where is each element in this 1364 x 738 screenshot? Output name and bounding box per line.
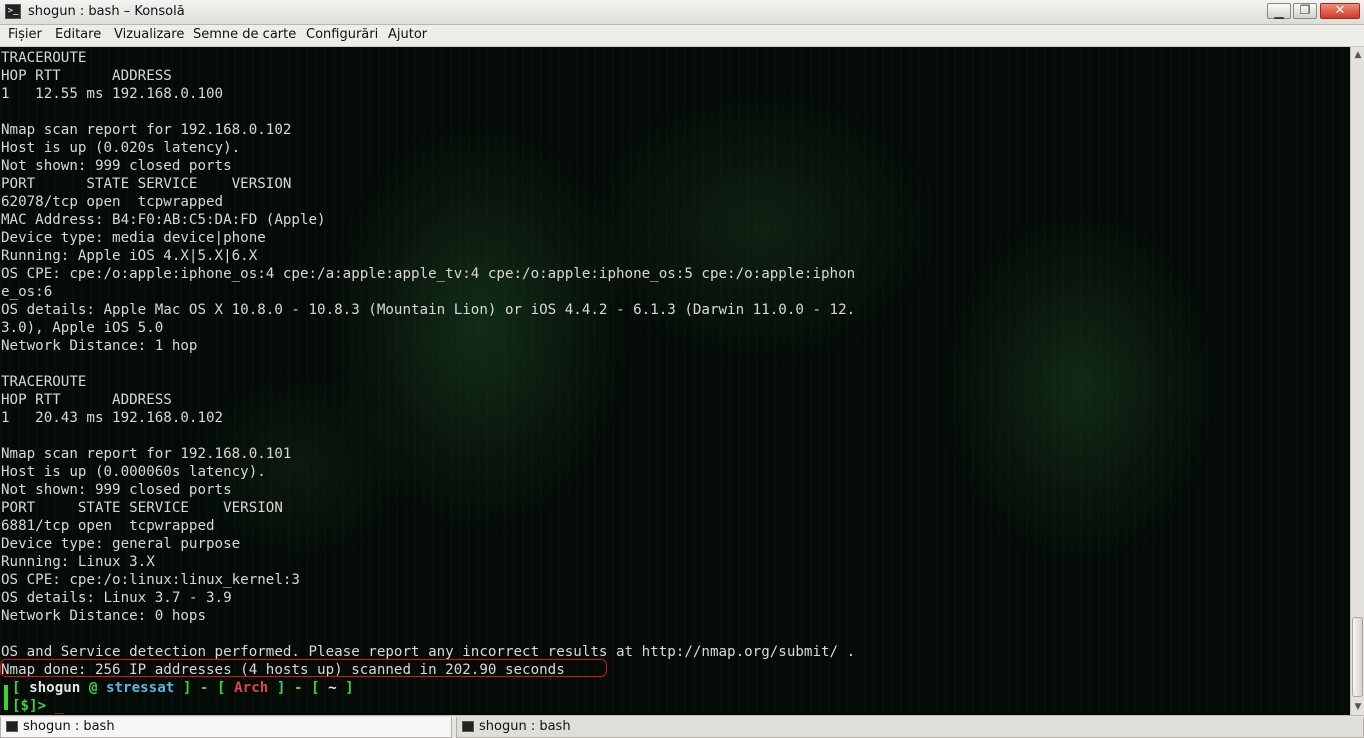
command-input-line[interactable]: [$]> _ [12,697,63,715]
terminal-line: 3.0), Apple iOS 5.0 [1,320,164,336]
scrollbar-thumb[interactable] [1352,617,1363,697]
menu-bar: Fișier Editare Vizualizare Semne de cart… [0,25,1364,47]
minimize-button[interactable]: ▁ [1267,3,1291,19]
close-icon: ✕ [1334,3,1346,18]
scroll-up-icon[interactable]: ▲ [1352,49,1364,61]
terminal-line: 1 20.43 ms 192.168.0.102 [1,410,224,426]
terminal-line: Host is up (0.020s latency). [1,140,241,156]
scroll-down-icon[interactable]: ▼ [1352,701,1364,713]
terminal-line: OS CPE: cpe:/o:apple:iphone_os:4 cpe:/a:… [1,266,856,282]
terminal-line: Not shown: 999 closed ports [1,482,232,498]
terminal-line: Running: Linux 3.X [1,554,155,570]
terminal-line: Nmap scan report for 192.168.0.101 [1,446,292,462]
prompt-directory: ~ [328,680,337,696]
konsole-app-icon[interactable]: >_ [5,4,21,19]
terminal-line: PORT STATE SERVICE VERSION [1,176,292,192]
terminal-icon [462,721,474,732]
prompt-corner-bar [4,685,8,710]
tab-shogun-bash-1[interactable]: shogun : bash [0,717,452,738]
prompt-host: stressat [105,680,175,696]
nmap-done-highlight [0,659,607,677]
terminal-line: OS details: Linux 3.7 - 3.9 [1,590,232,606]
terminal-line: Network Distance: 0 hops [1,608,206,624]
minimize-icon: ▁ [1274,5,1284,19]
terminal-line: 62078/tcp open tcpwrapped [1,194,224,210]
maximize-icon: ❐ [1299,3,1311,17]
terminal-output[interactable]: Nmap done: 256 IP addresses (4 hosts up)… [0,47,1350,715]
prompt-separator: ] - [ [174,680,235,696]
prompt-user: shogun [29,680,81,696]
maximize-button[interactable]: ❐ [1293,3,1317,19]
terminal-line: MAC Address: B4:F0:AB:C5:DA:FD (Apple) [1,212,326,228]
text-cursor: _ [54,698,64,714]
prompt-at: @ [80,680,106,696]
terminal-line: Device type: general purpose [1,536,241,552]
prompt-symbol: [$]> [12,698,55,714]
terminal-line: 1 12.55 ms 192.168.0.100 [1,86,224,102]
terminal-line: HOP RTT ADDRESS [1,68,172,84]
terminal-line: TRACEROUTE [1,50,87,66]
terminal-line: OS details: Apple Mac OS X 10.8.0 - 10.8… [1,302,856,318]
terminal-line: PORT STATE SERVICE VERSION [1,500,283,516]
menu-file[interactable]: Fișier [7,27,43,42]
tab-label: shogun : bash [23,719,115,734]
menu-help[interactable]: Ajutor [387,27,428,42]
terminal-line: Device type: media device|phone [1,230,266,246]
terminal-line: Nmap scan report for 192.168.0.102 [1,122,292,138]
terminal-line: Running: Apple iOS 4.X|5.X|6.X [1,248,258,264]
terminal-line: 6881/tcp open tcpwrapped [1,518,215,534]
terminal-line: Network Distance: 1 hop [1,338,198,354]
menu-settings[interactable]: Configurări [305,27,379,42]
close-button[interactable]: ✕ [1320,3,1360,19]
terminal-line: e_os:6 [1,284,53,300]
prompt-bracket: [ [12,680,30,696]
menu-bookmarks[interactable]: Semne de carte [192,27,297,42]
terminal-line: OS CPE: cpe:/o:linux:linux_kernel:3 [1,572,300,588]
menu-edit[interactable]: Editare [54,27,102,42]
tab-shogun-bash-2[interactable]: shogun : bash [456,717,1364,738]
tab-bar: shogun : bash shogun : bash [0,715,1364,738]
prompt-distro: Arch [234,680,269,696]
terminal-line: HOP RTT ADDRESS [1,392,172,408]
prompt-bracket: ] [336,680,354,696]
terminal-line: TRACEROUTE [1,374,87,390]
window-title: shogun : bash – Konsolă [28,4,185,19]
terminal-icon [6,721,18,732]
menu-view[interactable]: Vizualizare [113,27,185,42]
window-titlebar[interactable]: >_ shogun : bash – Konsolă ▁ ❐ ✕ [0,0,1364,25]
terminal-line: Host is up (0.000060s latency). [1,464,266,480]
terminal-scrollbar[interactable]: ▲ ▼ [1350,47,1364,715]
tab-label: shogun : bash [479,719,571,734]
prompt-line: [ shogun @ stressat ] - [ Arch ] - [ ~ ] [12,679,354,697]
prompt-separator: ] - [ [268,680,329,696]
terminal-line: Not shown: 999 closed ports [1,158,232,174]
